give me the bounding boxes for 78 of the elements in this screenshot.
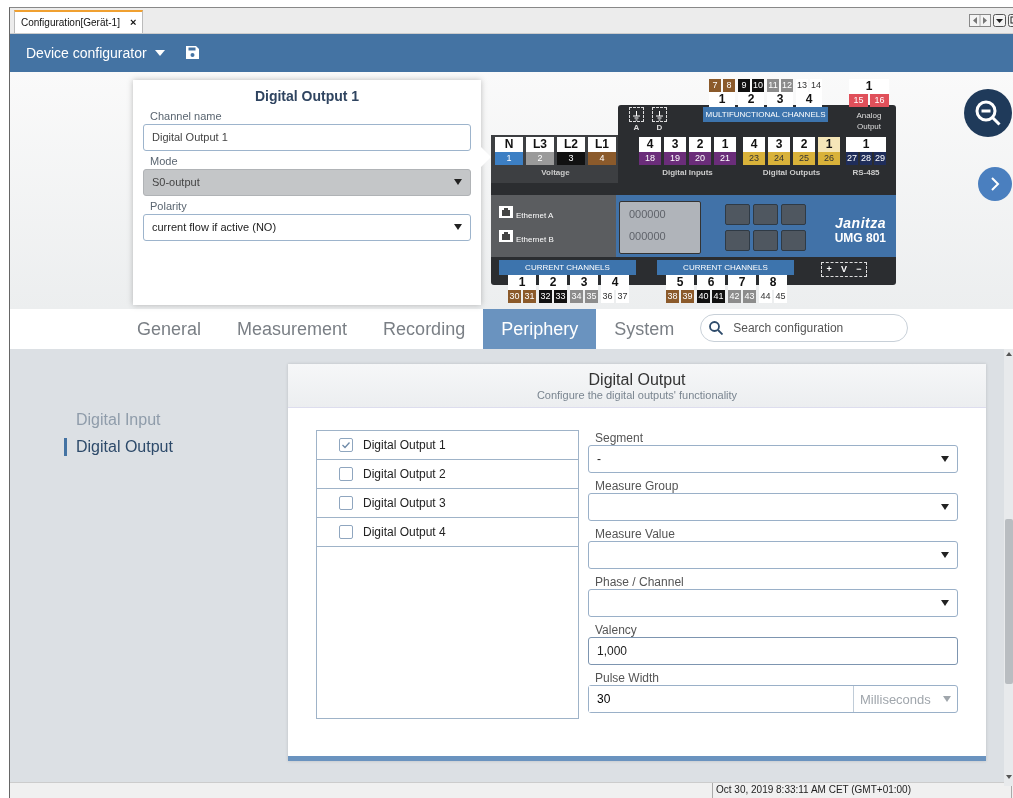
pin-number: 10 (752, 78, 764, 92)
input-field[interactable]: 1,000 (588, 637, 958, 666)
nav-tab[interactable]: Recording (365, 309, 484, 350)
checkbox[interactable] (339, 467, 353, 482)
supply-label: V (840, 264, 847, 275)
field-label: Valency (595, 623, 638, 638)
caret-icon (154, 49, 165, 56)
field-label: Polarity (150, 199, 188, 212)
document-tab[interactable]: Configuration[Gerät-1] × (14, 9, 144, 33)
dropdown-field[interactable] (588, 541, 958, 570)
display-digits: 000000 (629, 229, 666, 242)
popup-title: Digital Output 1 (253, 87, 361, 104)
caret-icon (943, 696, 951, 703)
checkbox-label: Digital Output 2 (363, 467, 446, 482)
pin-number: 7 (709, 78, 721, 92)
pin-number: 13 (796, 78, 808, 92)
caret-icon (941, 552, 949, 559)
scroll-arrows-icon[interactable] (969, 13, 991, 27)
field-label: Mode (150, 154, 179, 167)
dropdown-icon[interactable] (993, 13, 1006, 27)
field-label: Segment (595, 431, 645, 446)
next-button[interactable] (978, 166, 1012, 201)
terminal-caption: Digital Inputs (662, 167, 713, 177)
dropdown-field[interactable]: - (588, 445, 958, 474)
search-icon (709, 321, 724, 336)
ground-label: D (655, 122, 664, 132)
model-label: UMG 801 (833, 230, 886, 245)
input-field[interactable]: Digital Output 1 (143, 123, 471, 151)
status-time: Oct 30, 2019 8:33:11 AM CET (GMT+01:00) (712, 783, 1012, 798)
caret-icon (941, 600, 949, 607)
nav-tab[interactable]: Measurement (219, 309, 366, 350)
pin-number: 14 (810, 78, 822, 92)
caret-icon (941, 456, 949, 463)
port-label: Ethernet B (516, 234, 554, 244)
search-field[interactable]: Search configuration (700, 314, 909, 343)
zoom-out-button[interactable] (964, 88, 1012, 137)
pin-number: 8 (723, 78, 735, 92)
dropdown-field[interactable] (588, 493, 958, 522)
menu-button[interactable]: Device configurator (26, 44, 165, 61)
close-button[interactable]: × (129, 16, 137, 29)
card-subtitle: Configure the digital outputs' functionality (536, 388, 738, 401)
caret-icon (941, 504, 949, 511)
terminal-caption: Analog Output (855, 109, 883, 132)
chevron-right-icon (990, 176, 1000, 191)
side-nav-item[interactable]: Digital Output (64, 438, 173, 457)
card-title: Digital Output (588, 370, 686, 389)
display-digits: 000000 (629, 207, 666, 220)
nav-tab[interactable]: System (596, 309, 693, 350)
terminal-caption: Digital Outputs (762, 167, 821, 177)
pin-number: 9 (738, 78, 750, 92)
field-label: Phase / Channel (595, 575, 685, 590)
checkbox-label: Digital Output 1 (363, 438, 446, 453)
field-label: Measure Group (595, 479, 680, 494)
terminal-number: 1 (849, 78, 889, 94)
ground-label: A (632, 122, 641, 132)
save-icon[interactable] (184, 45, 200, 61)
pin-number: 12 (781, 78, 793, 92)
terminal-caption: RS-485 (852, 167, 880, 177)
brand-logo: Janitza (834, 214, 886, 231)
input-field[interactable]: 30 Milliseconds (588, 685, 958, 714)
checkbox[interactable] (339, 438, 353, 453)
checkbox-label: Digital Output 4 (363, 525, 446, 540)
checkbox[interactable] (339, 525, 353, 540)
supply-label: + (826, 264, 832, 275)
dropdown-field[interactable]: current flow if active (NO) (143, 213, 471, 241)
supply-label: − (856, 264, 862, 275)
port-label: Ethernet A (516, 210, 554, 220)
dropdown-field[interactable] (588, 589, 958, 618)
pin-number: 11 (767, 78, 779, 92)
checkbox-label: Digital Output 3 (363, 496, 446, 511)
caret-icon (454, 224, 462, 231)
checkbox[interactable] (339, 496, 353, 511)
nav-tab[interactable]: General (119, 309, 220, 350)
terminal-caption: Voltage (541, 167, 570, 177)
field-label: Channel name (150, 109, 223, 122)
field-label: Pulse Width (595, 671, 661, 686)
field-label: Measure Value (595, 527, 676, 542)
caret-icon (454, 179, 462, 186)
